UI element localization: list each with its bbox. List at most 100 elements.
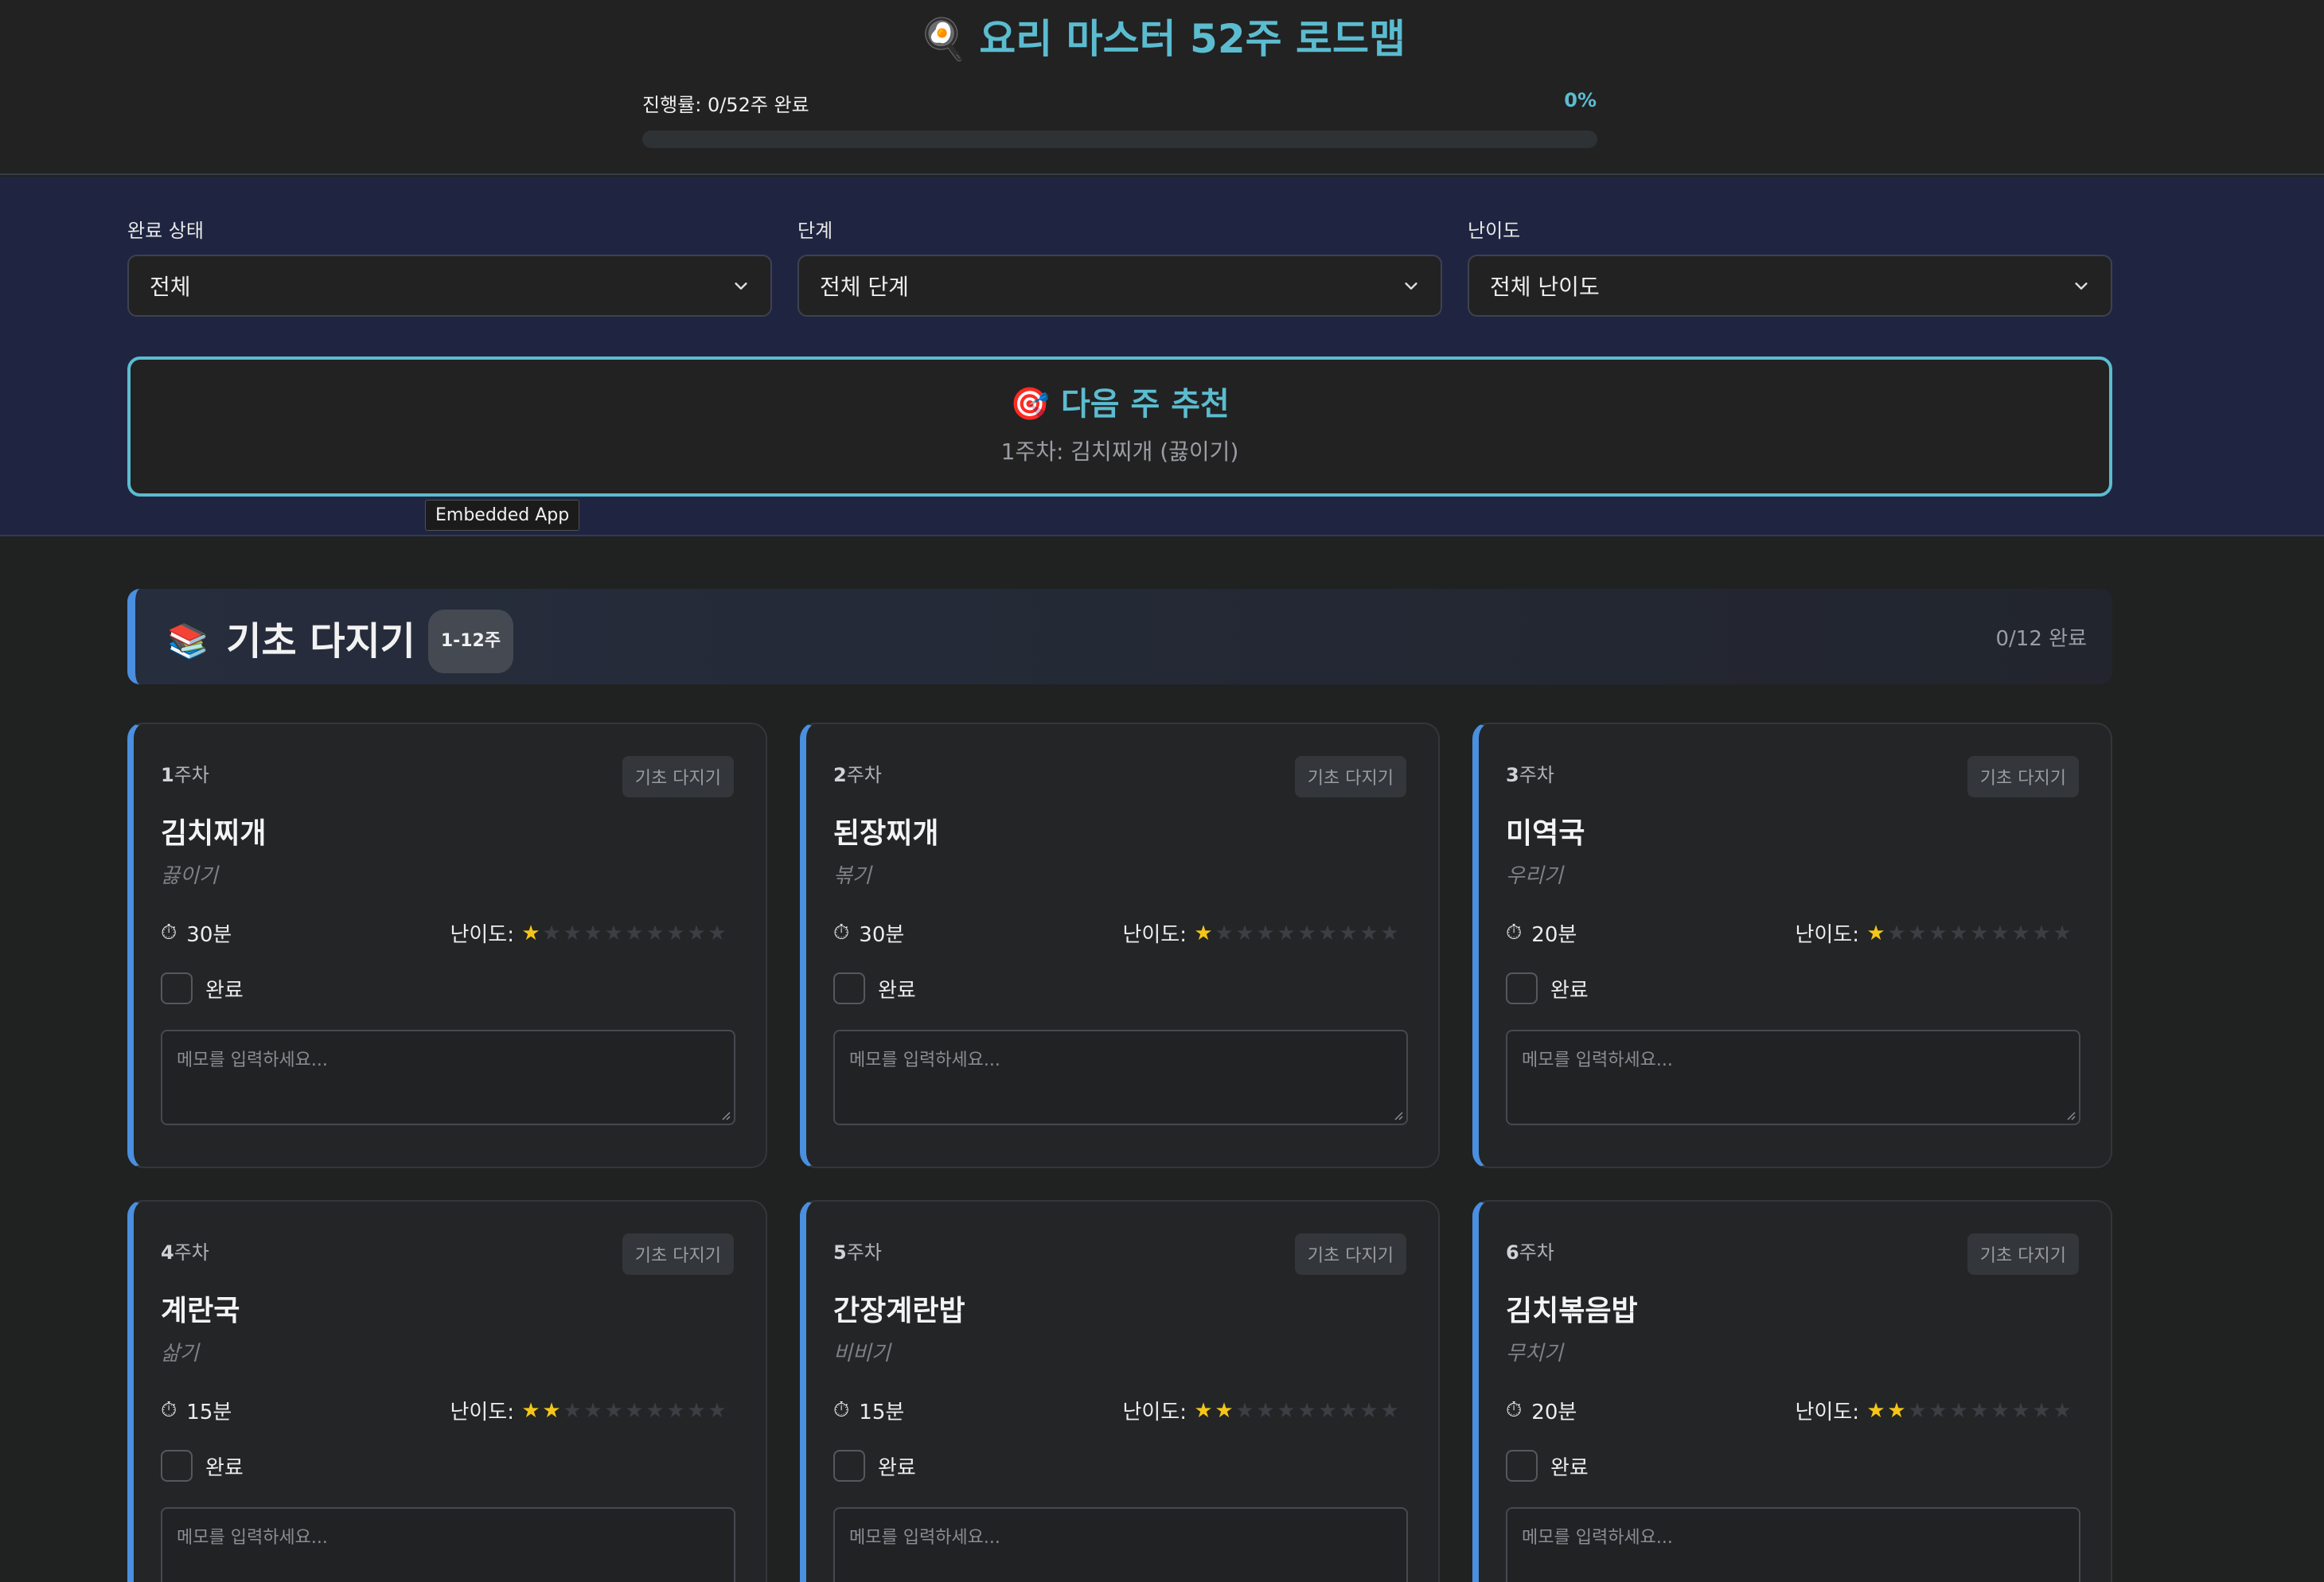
resize-handle-icon[interactable]: [2065, 1109, 2076, 1120]
card-dish-name: 김치찌개: [161, 817, 267, 850]
memo-placeholder: 메모를 입력하세요...: [849, 1528, 1000, 1548]
star-empty-icon: ★: [666, 1398, 685, 1423]
star-empty-icon: ★: [2032, 1398, 2051, 1423]
card-difficulty: 난이도: ★ ★ ★ ★ ★ ★ ★ ★ ★ ★: [1795, 1396, 2072, 1425]
embedded-app-tooltip: Embedded App: [425, 500, 580, 531]
card-complete-toggle[interactable]: 완료: [161, 1450, 244, 1482]
card-difficulty-label: 난이도:: [1795, 1401, 1859, 1424]
star-empty-icon: ★: [1991, 921, 2010, 945]
resize-handle-icon[interactable]: [1392, 1109, 1403, 1120]
star-empty-icon: ★: [1277, 1398, 1296, 1423]
complete-checkbox[interactable]: [1506, 972, 1538, 1004]
star-filled-icon: ★: [1194, 1398, 1213, 1423]
card-stage-tag: 기초 다지기: [622, 756, 734, 797]
filter-difficulty-select[interactable]: 전체 난이도: [1468, 255, 2112, 317]
star-empty-icon: ★: [1339, 921, 1358, 945]
card-complete-toggle[interactable]: 완료: [833, 1450, 916, 1482]
star-empty-icon: ★: [708, 921, 727, 945]
complete-checkbox[interactable]: [833, 1450, 865, 1482]
memo-textarea[interactable]: 메모를 입력하세요...: [1506, 1030, 2080, 1125]
section-week-range-badge: 1-12주: [427, 610, 514, 673]
filters-panel: 완료 상태 전체 단계 전체 단계 난이도 전체 난이도 🎯 다음 주 추천 1…: [0, 177, 2324, 536]
difficulty-stars: ★ ★ ★ ★ ★ ★ ★ ★ ★ ★: [1193, 922, 1400, 945]
filter-stage-value: 전체 단계: [820, 274, 909, 300]
star-empty-icon: ★: [542, 921, 561, 945]
card-complete-toggle[interactable]: 완료: [161, 972, 244, 1004]
star-empty-icon: ★: [2053, 921, 2072, 945]
filter-status-value: 전체: [150, 274, 191, 300]
star-empty-icon: ★: [563, 921, 582, 945]
card-time: ⏱ 20분: [1506, 1396, 1577, 1425]
star-filled-icon: ★: [521, 921, 540, 945]
card-complete-toggle[interactable]: 완료: [1506, 972, 1589, 1004]
progress-label: 진행률: 0/52주 완료: [642, 94, 809, 116]
memo-textarea[interactable]: 메모를 입력하세요...: [833, 1507, 1408, 1582]
complete-checkbox[interactable]: [161, 972, 193, 1004]
card-week-label: 2주차: [833, 759, 882, 787]
card-time: ⏱ 30분: [833, 918, 904, 948]
filter-status-select[interactable]: 전체: [127, 255, 772, 317]
chevron-down-icon: [2075, 282, 2088, 290]
card-week-number: 1: [161, 764, 174, 786]
star-empty-icon: ★: [1908, 1398, 1927, 1423]
star-empty-icon: ★: [1949, 921, 1968, 945]
card-time-value: 30분: [186, 923, 232, 947]
card-week-label: 5주차: [833, 1237, 882, 1264]
card-complete-toggle[interactable]: 완료: [1506, 1450, 1589, 1482]
card-difficulty-label: 난이도:: [1795, 923, 1859, 947]
card-difficulty-label: 난이도:: [450, 1401, 514, 1424]
card-week-number: 2: [833, 764, 847, 786]
star-empty-icon: ★: [1928, 921, 1948, 945]
stopwatch-icon: ⏱: [833, 921, 850, 945]
card-cooking-method: 우리기: [1506, 864, 1563, 888]
complete-checkbox[interactable]: [1506, 1450, 1538, 1482]
complete-checkbox[interactable]: [833, 972, 865, 1004]
difficulty-stars: ★ ★ ★ ★ ★ ★ ★ ★ ★ ★: [1193, 1399, 1400, 1423]
recommendation-title: 🎯 다음 주 추천: [131, 380, 2109, 428]
week-card: 1주차 기초 다지기 김치찌개 끓이기 ⏱ 30분 난이도: ★ ★ ★ ★ ★ ★ ★ ★ ★ ★ …: [127, 723, 767, 1168]
filter-stage-select[interactable]: 전체 단계: [797, 255, 1442, 317]
card-complete-toggle[interactable]: 완료: [833, 972, 916, 1004]
card-week-number: 3: [1506, 764, 1519, 786]
card-difficulty: 난이도: ★ ★ ★ ★ ★ ★ ★ ★ ★ ★: [450, 1396, 727, 1425]
memo-placeholder: 메모를 입력하세요...: [1522, 1050, 1673, 1070]
memo-placeholder: 메모를 입력하세요...: [177, 1528, 328, 1548]
resize-handle-icon[interactable]: [719, 1109, 731, 1120]
memo-textarea[interactable]: 메모를 입력하세요...: [161, 1507, 735, 1582]
star-empty-icon: ★: [2011, 1398, 2030, 1423]
stopwatch-icon: ⏱: [833, 1398, 850, 1422]
card-stage-tag: 기초 다지기: [1967, 1233, 2079, 1275]
section-title-text: 기초 다지기: [226, 619, 415, 664]
card-dish-name: 된장찌개: [833, 817, 939, 850]
chevron-down-icon: [1405, 282, 1417, 290]
complete-checkbox[interactable]: [161, 1450, 193, 1482]
frying-pan-icon: 🍳: [918, 16, 969, 62]
filter-stage: 단계 전체 단계: [797, 215, 1442, 317]
memo-textarea[interactable]: 메모를 입력하세요...: [161, 1030, 735, 1125]
filter-status: 완료 상태 전체: [127, 215, 772, 317]
memo-placeholder: 메모를 입력하세요...: [177, 1050, 328, 1070]
section-header[interactable]: 📚 기초 다지기 1-12주 0/12 완료: [127, 589, 2112, 684]
next-week-recommendation[interactable]: 🎯 다음 주 추천 1주차: 김치찌개 (끓이기): [127, 357, 2112, 497]
difficulty-stars: ★ ★ ★ ★ ★ ★ ★ ★ ★ ★: [521, 1399, 727, 1423]
recommendation-subtitle: 1주차: 김치찌개 (끓이기): [1000, 438, 1239, 465]
complete-label: 완료: [878, 978, 916, 1003]
complete-label: 완료: [205, 978, 244, 1003]
progress-bar: [642, 131, 1597, 148]
filter-difficulty-value: 전체 난이도: [1490, 274, 1600, 300]
difficulty-stars: ★ ★ ★ ★ ★ ★ ★ ★ ★ ★: [1866, 1399, 2072, 1423]
card-time: ⏱ 15분: [161, 1396, 232, 1425]
star-filled-icon: ★: [542, 1398, 561, 1423]
star-empty-icon: ★: [1359, 1398, 1378, 1423]
star-empty-icon: ★: [2053, 1398, 2072, 1423]
week-card: 5주차 기초 다지기 간장계란밥 비비기 ⏱ 15분 난이도: ★ ★ ★ ★ ★ ★ ★ ★ ★ ★…: [800, 1200, 1440, 1582]
card-week-label: 3주차: [1506, 759, 1554, 787]
star-empty-icon: ★: [1318, 1398, 1337, 1423]
star-empty-icon: ★: [1380, 1398, 1399, 1423]
card-dish-name: 미역국: [1506, 817, 1585, 850]
card-week-number: 4: [161, 1241, 174, 1264]
chevron-down-icon: [735, 282, 747, 290]
star-filled-icon: ★: [1215, 1398, 1234, 1423]
memo-textarea[interactable]: 메모를 입력하세요...: [1506, 1507, 2080, 1582]
memo-textarea[interactable]: 메모를 입력하세요...: [833, 1030, 1408, 1125]
